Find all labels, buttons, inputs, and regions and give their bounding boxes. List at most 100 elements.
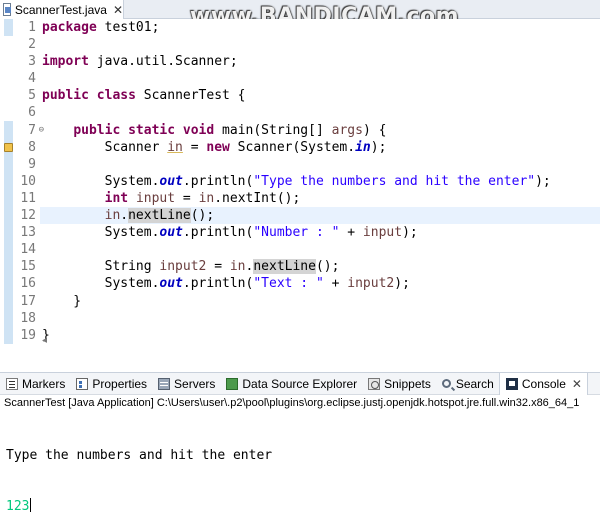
markers-icon	[6, 377, 18, 390]
code-line: public class ScannerTest {	[42, 87, 600, 104]
string-literal: "Text : "	[253, 276, 324, 292]
code-text: .println(	[182, 225, 254, 241]
code-text: }	[42, 293, 82, 309]
code-text: String	[42, 259, 160, 275]
keyword: int	[104, 190, 129, 206]
tab-servers[interactable]: Servers	[152, 373, 220, 395]
code-text: ();	[190, 208, 215, 224]
line-number: 1	[28, 20, 36, 35]
editor-tab-label: ScannerTest.java	[14, 2, 107, 17]
line-number: 2	[28, 37, 36, 53]
code-text: java.util.Scanner;	[88, 54, 238, 70]
tab-snippets[interactable]: Snippets	[362, 373, 436, 395]
code-line: }	[42, 293, 600, 310]
change-bar	[4, 121, 13, 344]
code-text: ) {	[362, 122, 387, 138]
line-number: 3	[28, 54, 36, 70]
console-icon	[505, 377, 518, 390]
keyword: public	[42, 88, 89, 104]
code-text: Scanner(System.	[229, 139, 356, 155]
line-number: 5	[28, 88, 36, 104]
properties-icon	[76, 377, 89, 390]
tab-console[interactable]: Console ✕	[498, 372, 588, 395]
console-output[interactable]: Type the numbers and hit the enter 123	[6, 413, 272, 524]
code-text-area[interactable]: package test01; import java.util.Scanner…	[40, 19, 600, 344]
code-editor[interactable]: 1 2 3 4 5 6 7 ⊖ 8 9 10 11 12 13 14 15 16 …	[0, 19, 600, 351]
search-icon	[441, 379, 451, 388]
code-text: .nextInt();	[214, 190, 301, 206]
code-line: System.out.println("Number : " + input);	[42, 224, 600, 241]
local-variable: in	[104, 208, 121, 224]
keyword: static	[128, 122, 176, 138]
line-number: 15	[20, 259, 36, 275]
tab-properties[interactable]: Properties	[70, 373, 152, 395]
close-icon[interactable]: ✕	[113, 3, 123, 17]
line-number: 11	[20, 190, 36, 206]
java-file-icon	[3, 3, 11, 16]
line-number: 8	[28, 139, 36, 155]
static-field: out	[159, 173, 183, 189]
tab-label: Snippets	[384, 376, 431, 391]
tab-label: Properties	[92, 376, 148, 391]
tab-label: Search	[455, 376, 494, 391]
editor-tab-scannertest[interactable]: ScannerTest.java ✕	[0, 0, 124, 19]
code-text: ScannerTest {	[135, 88, 246, 104]
keyword: void	[182, 122, 215, 138]
local-variable: in	[198, 190, 215, 206]
horizontal-scrollbar[interactable]: ◂	[42, 335, 600, 349]
code-text: =	[175, 190, 199, 206]
code-text: ();	[315, 259, 340, 275]
tab-label: Data Source Explorer	[242, 376, 358, 391]
bottom-panel: Markers Properties Servers Data Source E…	[0, 372, 600, 524]
code-text: =	[206, 259, 230, 275]
code-text: System.	[42, 225, 160, 241]
console-output-line: Type the numbers and hit the enter	[6, 448, 273, 463]
console-input-line[interactable]: 123	[6, 498, 272, 515]
code-line: System.out.println("Text : " + input2);	[42, 275, 600, 292]
local-variable: in	[229, 259, 246, 275]
code-text: +	[339, 225, 363, 241]
code-line: package test01;	[42, 19, 600, 36]
line-number: 13	[20, 225, 36, 241]
console-launch-description: ScannerTest [Java Application] C:\Users\…	[4, 397, 580, 409]
code-line: int input = in.nextInt();	[42, 190, 600, 207]
code-text: .println(	[182, 276, 254, 292]
highlighted-occurrence: nextLine	[128, 208, 191, 224]
code-line: Scanner in = new Scanner(System.in);	[42, 139, 600, 156]
close-icon[interactable]: ✕	[572, 377, 582, 391]
keyword: package	[42, 20, 97, 35]
code-line: String input2 = in.nextLine();	[42, 258, 600, 275]
line-number-text: 7	[28, 122, 36, 138]
code-line: import java.util.Scanner;	[42, 53, 600, 70]
line-number-gutter: 1 2 3 4 5 6 7 ⊖ 8 9 10 11 12 13 14 15 16 …	[13, 19, 44, 344]
warning-icon[interactable]	[4, 143, 13, 152]
tab-label: Servers	[174, 376, 216, 391]
tab-search[interactable]: Search	[436, 373, 499, 395]
line-number: 19	[20, 327, 36, 343]
tab-data-source-explorer[interactable]: Data Source Explorer	[220, 373, 362, 395]
code-line: public static void main(String[] args) {	[42, 122, 600, 139]
text-cursor	[30, 498, 32, 512]
code-text: );	[370, 139, 387, 155]
code-text: );	[394, 276, 410, 292]
line-number: 14	[20, 242, 36, 258]
console-user-input: 123	[6, 499, 30, 514]
code-text: );	[402, 225, 418, 241]
tab-markers[interactable]: Markers	[0, 373, 70, 395]
string-literal: "Type the numbers and hit the enter"	[253, 173, 536, 189]
scroll-left-icon[interactable]: ◂	[42, 335, 47, 346]
line-number: 18	[20, 310, 36, 326]
highlighted-occurrence: nextLine	[253, 259, 316, 275]
line-number: 6	[28, 105, 36, 121]
code-text: System.	[42, 173, 160, 189]
